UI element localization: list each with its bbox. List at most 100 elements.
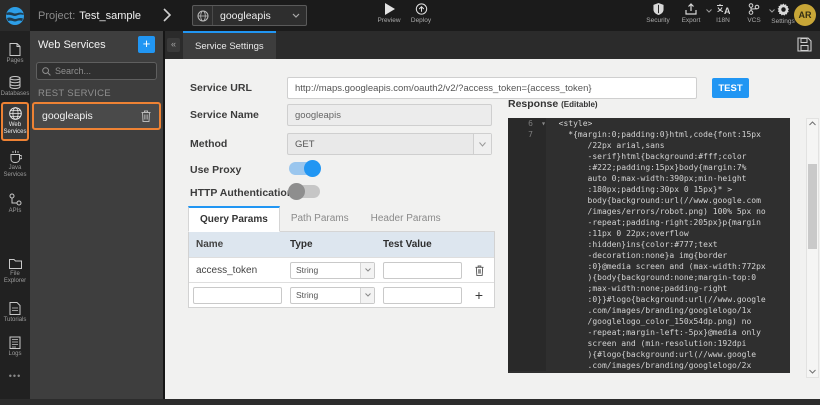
security-button[interactable]: Security	[641, 3, 675, 24]
code-line: 7 *{margin:0;padding:0}html,code{font:15…	[508, 129, 790, 140]
tab-path-params[interactable]: Path Params	[280, 206, 360, 231]
trash-icon[interactable]	[141, 110, 151, 122]
tab-query-params[interactable]: Query Params	[188, 206, 280, 232]
fold-caret-icon	[538, 283, 546, 294]
user-avatar[interactable]: AR	[794, 4, 816, 26]
sidebar-item-web-services[interactable]: Web Services	[1, 102, 29, 141]
collapse-panel-button[interactable]: «	[167, 38, 180, 52]
code-text: auto 0;max-width:390px;min-height	[546, 173, 746, 184]
page-icon	[9, 43, 21, 56]
http-auth-toggle[interactable]	[289, 185, 320, 198]
fold-caret-icon	[538, 305, 546, 316]
add-param-button[interactable]: +	[466, 287, 492, 303]
line-number	[508, 239, 538, 250]
code-text: /googlelogo_color_150x54dp.png) no	[546, 316, 751, 327]
test-button[interactable]: TEST	[712, 78, 749, 98]
code-line: screen and (min-resolution:192dpi	[508, 338, 790, 349]
sidebar-item-file-explorer[interactable]: File Explorer	[0, 258, 30, 285]
gear-icon	[777, 3, 790, 16]
search-box	[36, 62, 157, 80]
use-proxy-toggle[interactable]	[289, 162, 320, 175]
line-number: 6	[508, 118, 538, 129]
toggle-knob	[288, 183, 305, 200]
fold-caret-icon	[538, 360, 546, 371]
code-line: ){body{background:none;margin-top:0	[508, 272, 790, 283]
fold-caret-icon	[538, 316, 546, 327]
code-text: .com/images/branding/googlelogo/1x	[546, 305, 751, 316]
app-logo[interactable]	[0, 0, 30, 31]
tab-service-settings[interactable]: Service Settings	[183, 31, 276, 59]
panel-title: Web Services	[38, 39, 138, 51]
http-auth-label: HTTP Authentication	[190, 187, 293, 199]
fold-caret-icon	[538, 206, 546, 217]
chevron-down-icon	[360, 288, 374, 303]
service-list-item-googleapis[interactable]: googleapis	[32, 102, 161, 130]
fold-caret-icon	[538, 217, 546, 228]
method-select[interactable]: GET	[287, 133, 492, 155]
code-text: -repeat;padding-right:205px}p{margin	[546, 217, 761, 228]
param-test-value-input[interactable]	[383, 262, 462, 279]
line-number	[508, 217, 538, 228]
new-param-type-select[interactable]: String	[290, 287, 375, 304]
service-selector-dropdown[interactable]: googleapis	[192, 5, 307, 26]
code-text: -serif}html{background:#fff;color	[546, 151, 746, 162]
line-number	[508, 173, 538, 184]
code-text: :hidden}ins{color:#777;text	[546, 239, 718, 250]
new-param-name-input[interactable]	[193, 287, 282, 304]
sidebar-item-databases[interactable]: Databases	[0, 76, 30, 98]
tab-header-params[interactable]: Header Params	[360, 206, 452, 231]
folder-icon	[9, 258, 22, 269]
shield-icon	[653, 3, 664, 15]
param-type-select[interactable]: String	[290, 262, 375, 279]
sidebar-item-logs[interactable]: Logs	[0, 336, 30, 358]
scroll-down-icon[interactable]	[807, 367, 818, 377]
sidebar-item-tutorials[interactable]: Tutorials	[0, 302, 30, 324]
code-text: :0}}#logo{background:url(//www.google	[546, 294, 766, 305]
search-input[interactable]	[51, 66, 156, 76]
i18n-button[interactable]: A I18N	[706, 3, 740, 24]
branch-icon	[748, 3, 760, 15]
scroll-up-icon[interactable]	[807, 119, 818, 129]
export-button[interactable]: Export	[674, 3, 708, 24]
response-code-editor[interactable]: 6 ▾ <style> 7 *{margin:0;padding:0}html,…	[508, 118, 790, 373]
sidebar-more-button[interactable]: •••	[0, 371, 30, 381]
delete-param-button[interactable]	[466, 265, 492, 276]
sidebar-item-apis[interactable]: APIs	[0, 193, 30, 215]
preview-button[interactable]: Preview	[372, 3, 406, 24]
service-url-input[interactable]	[287, 77, 697, 99]
line-number	[508, 283, 538, 294]
i18n-translate-icon: A	[716, 3, 730, 15]
deploy-button[interactable]: Deploy	[404, 3, 438, 24]
column-header-test-value: Test Value	[379, 239, 466, 250]
fold-caret-icon	[538, 151, 546, 162]
code-line: .com/images/branding/googlelogo/1x	[508, 305, 790, 316]
sidebar-item-pages[interactable]: Pages	[0, 43, 30, 65]
service-name-input[interactable]	[287, 104, 492, 126]
code-line: /googlelogo_color_150x54dp.png) no	[508, 316, 790, 327]
save-icon[interactable]	[797, 37, 812, 52]
fold-caret-icon	[538, 195, 546, 206]
table-header-row: Name Type Test Value	[189, 232, 494, 257]
sidebar-item-java-services[interactable]: Java Services	[0, 150, 30, 179]
method-value: GET	[288, 139, 473, 150]
left-sidebar: Pages Databases Web Services Java Servic…	[0, 31, 30, 405]
line-number	[508, 294, 538, 305]
params-tabs: Query Params Path Params Header Params	[188, 206, 495, 232]
fold-caret-icon	[538, 338, 546, 349]
code-line: :180px;padding:30px 0 15px}* >	[508, 184, 790, 195]
add-service-button[interactable]: +	[138, 36, 155, 53]
new-param-test-value-input[interactable]	[383, 287, 462, 304]
code-text: ;max-width:none;padding-right	[546, 283, 727, 294]
editor-scrollbar[interactable]	[806, 118, 819, 378]
line-number: 7	[508, 129, 538, 140]
line-number	[508, 305, 538, 316]
code-line: ;max-width:none;padding-right	[508, 283, 790, 294]
line-number	[508, 349, 538, 360]
fold-caret-icon	[538, 129, 546, 140]
response-label: Response (Editable)	[508, 98, 598, 110]
fold-caret-icon	[538, 173, 546, 184]
scrollbar-thumb[interactable]	[808, 164, 817, 249]
code-line: ){#logo{background:url(//www.google	[508, 349, 790, 360]
line-number	[508, 140, 538, 151]
deploy-cloud-up-icon	[415, 3, 428, 15]
